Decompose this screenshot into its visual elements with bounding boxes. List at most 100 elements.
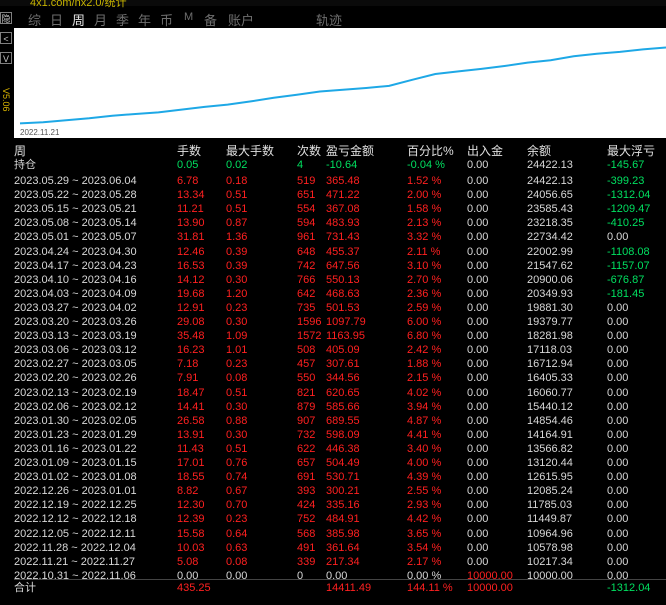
cell-pct: 1.88 % <box>407 358 442 371</box>
balance-line-chart <box>19 46 666 125</box>
cell-deposit: 0.00 <box>467 358 489 371</box>
cell-week: 2023.01.23 ~ 2023.01.29 <box>14 428 137 441</box>
cell-max-lots: 0.30 <box>226 400 248 413</box>
cell-pnl: 483.93 <box>326 217 360 230</box>
cell-count: 879 <box>297 400 316 413</box>
cell-balance: 19379.77 <box>527 316 573 328</box>
cell-count: 821 <box>297 386 316 399</box>
cell-count: 393 <box>297 485 316 498</box>
cell-week: 2023.03.27 ~ 2023.04.02 <box>14 301 137 314</box>
table-row: 2023.03.27 ~ 2023.04.02 12.91 0.23 735 501.5… <box>14 301 666 315</box>
tab-track[interactable]: 轨迹 <box>316 10 342 29</box>
cell-max-lots: 0.67 <box>226 485 248 498</box>
cell-pnl: 731.43 <box>326 231 360 244</box>
cell-max-lots: 0.51 <box>226 442 248 455</box>
cell-deposit: 0.00 <box>467 316 489 328</box>
cell-balance: 22002.99 <box>527 245 573 258</box>
cell-week: 2023.02.20 ~ 2023.02.26 <box>14 372 137 385</box>
cell-max-lots: 1.20 <box>226 287 248 300</box>
cell-pct: 3.40 % <box>407 442 442 455</box>
cell-count: 554 <box>297 203 316 216</box>
table-row: 2022.12.05 ~ 2022.12.11 15.58 0.64 568 385.9… <box>14 527 666 541</box>
cell-week: 2023.01.02 ~ 2023.01.08 <box>14 471 137 484</box>
table-row: 2023.04.03 ~ 2023.04.09 19.68 1.20 642 468.6… <box>14 287 666 301</box>
cell-week: 2023.04.17 ~ 2023.04.23 <box>14 259 137 272</box>
cell-week: 2022.12.26 ~ 2023.01.01 <box>14 485 137 498</box>
cell-balance: 20900.06 <box>527 273 573 286</box>
table-row: 2022.11.21 ~ 2022.11.27 5.08 0.08 339 217.34… <box>14 555 666 569</box>
table-header: 周 手数 最大手数 次数 盈亏金额 百分比% 出入金 余额 最大浮亏 <box>14 144 666 158</box>
cell-count: 732 <box>297 428 316 441</box>
cell-max-drawdown: 0.00 <box>607 541 629 554</box>
cell-week: 2022.12.19 ~ 2022.12.25 <box>14 499 137 512</box>
weekly-stats-table: 周 手数 最大手数 次数 盈亏金额 百分比% 出入金 余额 最大浮亏 持仓 0.05 0.02 4 -10… <box>14 142 666 605</box>
tab-account[interactable]: 账户 <box>228 10 254 29</box>
table-row: 2023.03.20 ~ 2023.03.26 29.08 0.30 1596 1097… <box>14 315 666 329</box>
cell-max-drawdown: 0.00 <box>607 555 629 568</box>
cell-week: 2023.04.24 ~ 2023.04.30 <box>14 245 137 258</box>
tab-currency[interactable]: 币 <box>160 10 173 29</box>
cell-max-drawdown: -1157.07 <box>607 259 650 272</box>
cell-pct: 2.17 % <box>407 555 442 568</box>
cell-deposit: 0.00 <box>467 485 489 498</box>
cell-count: 491 <box>297 541 316 554</box>
cell-deposit: 0.00 <box>467 513 489 526</box>
cell-count: 519 <box>297 175 316 187</box>
holding-pct: -0.04 % <box>407 159 445 171</box>
version-button[interactable]: V <box>0 52 12 64</box>
cell-pnl: 598.09 <box>326 428 360 441</box>
cell-max-lots: 0.23 <box>226 358 248 371</box>
cell-lots: 18.55 <box>177 471 205 484</box>
left-toolbar: 隐 < V V5.06 <box>0 6 13 605</box>
cell-count: 657 <box>297 457 316 469</box>
cell-count: 648 <box>297 245 316 258</box>
table-row: 2023.04.10 ~ 2023.04.16 14.12 0.30 766 550.1… <box>14 273 666 287</box>
table-row: 2023.02.20 ~ 2023.02.26 7.91 0.08 550 344.56… <box>14 371 666 385</box>
tab-m[interactable]: M <box>184 11 193 23</box>
hide-button[interactable]: 隐 <box>0 12 12 24</box>
tab-quarter[interactable]: 季 <box>116 10 129 29</box>
tab-month[interactable]: 月 <box>94 10 107 29</box>
tab-notes[interactable]: 备 <box>204 10 217 29</box>
cell-max-drawdown: 0.00 <box>607 400 629 413</box>
cell-pnl: 385.98 <box>326 527 360 540</box>
cell-pnl: 300.21 <box>326 485 360 498</box>
cell-lots: 35.48 <box>177 330 205 343</box>
cell-max-lots: 1.09 <box>226 330 248 343</box>
cell-count: 907 <box>297 414 316 427</box>
cell-max-drawdown: 0.00 <box>607 231 629 244</box>
cell-pct: 4.02 % <box>407 386 442 399</box>
tab-overview[interactable]: 综 <box>28 10 41 29</box>
cell-max-drawdown: 0.00 <box>607 372 629 385</box>
tab-week[interactable]: 周 <box>72 10 86 31</box>
tab-year[interactable]: 年 <box>138 10 151 29</box>
table-row: 2023.02.27 ~ 2023.03.05 7.18 0.23 457 307.61… <box>14 357 666 371</box>
cell-pnl: 647.56 <box>326 259 360 272</box>
total-pct: 144.11 % <box>407 582 453 594</box>
collapse-button[interactable]: < <box>0 32 12 44</box>
cell-lots: 16.23 <box>177 344 205 357</box>
tab-day[interactable]: 日 <box>50 10 63 29</box>
holding-max-drawdown: -145.67 <box>607 159 645 171</box>
cell-pct: 4.41 % <box>407 428 442 441</box>
cell-balance: 16712.94 <box>527 358 573 371</box>
cell-max-lots: 1.01 <box>226 344 248 357</box>
cell-week: 2023.01.16 ~ 2023.01.22 <box>14 442 137 455</box>
cell-pnl: 405.09 <box>326 344 360 357</box>
table-row: 2023.01.30 ~ 2023.02.05 26.58 0.88 907 689.5… <box>14 414 666 428</box>
header-week: 周 <box>14 144 27 158</box>
cell-pnl: 307.61 <box>326 358 360 371</box>
cell-week: 2023.03.20 ~ 2023.03.26 <box>14 316 137 328</box>
cell-max-drawdown: 0.00 <box>607 330 629 343</box>
cell-pnl: 446.38 <box>326 442 360 455</box>
cell-pnl: 1163.95 <box>326 330 365 343</box>
cell-max-drawdown: -399.23 <box>607 175 645 187</box>
cell-max-lots: 0.74 <box>226 471 248 484</box>
cell-max-drawdown: 0.00 <box>607 414 629 427</box>
cell-lots: 15.58 <box>177 527 205 540</box>
cell-deposit: 0.00 <box>467 189 489 202</box>
cell-balance: 16405.33 <box>527 372 573 385</box>
holding-pnl: -10.64 <box>326 159 358 171</box>
cell-deposit: 0.00 <box>467 273 489 286</box>
cell-pct: 4.87 % <box>407 414 442 427</box>
